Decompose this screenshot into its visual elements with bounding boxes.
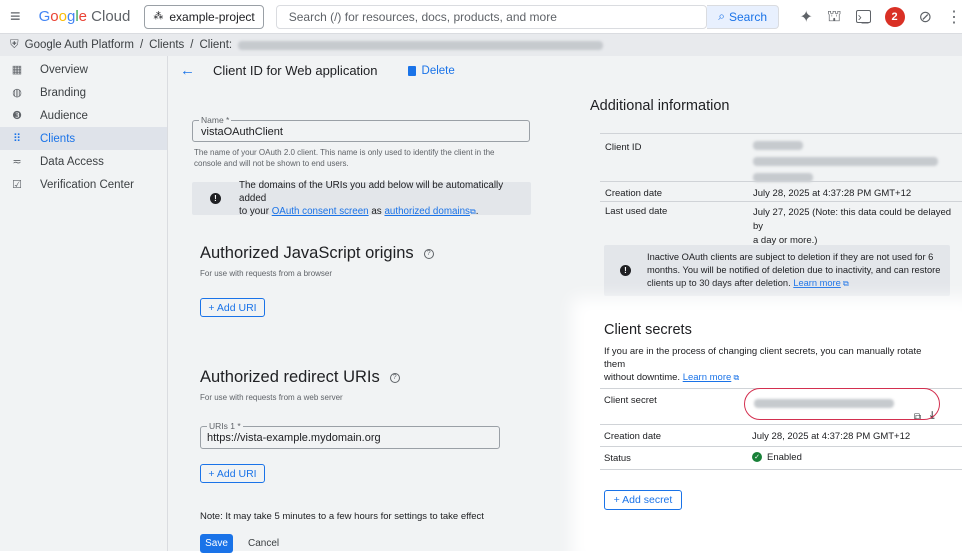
- secrets-learn-more-link[interactable]: Learn more: [683, 372, 732, 383]
- client-secrets-title: Client secrets: [604, 322, 692, 338]
- shield-icon: ⛨: [10, 38, 19, 51]
- last-used-label: Last used date: [605, 206, 668, 217]
- notifications-badge[interactable]: 2: [884, 6, 905, 27]
- name-field-value: vistaOAuthClient: [201, 126, 283, 138]
- help-circle-icon[interactable]: ?: [389, 372, 400, 383]
- dashboard-icon: ▦: [11, 64, 23, 76]
- redirect-uri-field[interactable]: URIs 1 * https://vista-example.mydomain.…: [200, 421, 500, 449]
- page-title: Client ID for Web application: [213, 63, 378, 78]
- back-arrow-icon[interactable]: ←: [180, 62, 195, 79]
- client-secrets-description: If you are in the process of changing cl…: [604, 346, 922, 383]
- search-placeholder: Search (/) for resources, docs, products…: [288, 9, 557, 24]
- search-button[interactable]: ⌕ Search: [706, 4, 780, 29]
- breadcrumb-item-platform[interactable]: Google Auth Platform: [25, 39, 134, 51]
- main-content: ← Client ID for Web application Delete N…: [168, 56, 962, 553]
- additional-info-title: Additional information: [590, 98, 730, 114]
- add-secret-button[interactable]: + Add secret: [604, 490, 682, 510]
- external-link-icon: ⧉: [840, 279, 849, 288]
- project-name: example-project: [169, 9, 255, 24]
- delete-button[interactable]: Delete: [407, 65, 455, 77]
- breadcrumb-item-client: Client:: [199, 39, 233, 51]
- breadcrumb-item-clients[interactable]: Clients: [149, 39, 184, 51]
- google-cloud-logo[interactable]: Google Cloud: [39, 8, 131, 25]
- name-field-label: Name *: [199, 115, 232, 125]
- name-field[interactable]: Name * vistaOAuthClient: [192, 115, 530, 142]
- verification-icon: ☑: [12, 179, 22, 191]
- redirect-uris-subtext: For use with requests from a web server: [200, 393, 343, 402]
- external-link-icon: ⧉: [469, 207, 476, 216]
- sidebar-item-verification-center[interactable]: ☑ Verification Center: [0, 173, 167, 196]
- secret-status-value: ✓ Enabled: [752, 452, 802, 463]
- secret-creation-date-label: Creation date: [604, 431, 662, 442]
- domains-info-box: ! The domains of the URIs you add below …: [192, 180, 531, 217]
- gift-icon[interactable]: ⛫: [827, 7, 842, 27]
- info-icon: !: [620, 265, 631, 276]
- sidebar: ▦ Overview ◍ Branding ❸ Audience ⠿ Clien…: [0, 56, 168, 551]
- logo-google-text: Google: [38, 8, 87, 25]
- palette-icon: ◍: [12, 87, 22, 99]
- redirect-uri-value: https://vista-example.mydomain.org: [207, 432, 381, 444]
- js-origins-heading: Authorized JavaScript origins ?: [200, 244, 434, 263]
- search-button-label: Search: [728, 9, 767, 24]
- help-circle-icon[interactable]: ?: [423, 248, 434, 259]
- project-selector[interactable]: ⁂ example-project: [144, 4, 264, 29]
- client-id-label: Client ID: [605, 142, 642, 153]
- breadcrumb: ⛨ Google Auth Platform / Clients / Clien…: [0, 34, 962, 56]
- creation-date-label: Creation date: [605, 188, 663, 199]
- external-link-icon: ⧉: [731, 373, 740, 382]
- save-button[interactable]: Save: [200, 534, 233, 553]
- more-options-icon[interactable]: ⋮: [946, 7, 962, 27]
- name-help-text: The name of your OAuth 2.0 client. This …: [194, 148, 495, 168]
- sidebar-item-audience[interactable]: ❸ Audience: [0, 104, 167, 127]
- add-redirect-uri-button[interactable]: + Add URI: [200, 464, 265, 483]
- cloud-shell-icon[interactable]: ›_: [855, 10, 871, 24]
- js-origins-subtext: For use with requests from a browser: [200, 269, 333, 278]
- grid-icon: ⠿: [12, 133, 22, 145]
- page-header: ← Client ID for Web application Delete: [180, 62, 455, 79]
- redirect-uris-heading: Authorized redirect URIs ?: [200, 368, 400, 387]
- redirect-uri-label: URIs 1 *: [207, 421, 243, 431]
- authorized-domains-link[interactable]: authorized domains: [384, 206, 470, 217]
- search-input[interactable]: Search (/) for resources, docs, products…: [275, 4, 707, 29]
- creation-date-value: July 28, 2025 at 4:37:28 PM GMT+12: [753, 188, 912, 199]
- last-used-value: July 27, 2025 (Note: this data could be …: [753, 207, 952, 246]
- client-secrets-panel: Client secrets If you are in the process…: [586, 312, 962, 551]
- help-icon[interactable]: ⊘: [919, 7, 932, 27]
- domains-info-line1: The domains of the URIs you add below wi…: [239, 180, 504, 204]
- data-access-icon: ≂: [12, 156, 22, 168]
- oauth-consent-link[interactable]: OAuth consent screen: [272, 206, 369, 217]
- highlight-oval: [744, 388, 940, 420]
- people-icon: ❸: [12, 110, 22, 122]
- sidebar-item-clients[interactable]: ⠿ Clients: [0, 127, 167, 150]
- secret-creation-date-value: July 28, 2025 at 4:37:28 PM GMT+12: [752, 431, 911, 442]
- settings-note: Note: It may take 5 minutes to a few hou…: [200, 511, 484, 522]
- top-bar: ≡ Google Cloud ⁂ example-project Search …: [0, 0, 962, 34]
- sidebar-item-data-access[interactable]: ≂ Data Access: [0, 150, 167, 173]
- add-js-origin-uri-button[interactable]: + Add URI: [200, 298, 265, 317]
- inactive-clients-info-box: ! Inactive OAuth clients are subject to …: [604, 245, 950, 296]
- project-icon: ⁂: [153, 11, 164, 22]
- trash-icon: [407, 65, 416, 76]
- sidebar-item-overview[interactable]: ▦ Overview: [0, 58, 167, 81]
- inactive-learn-more-link[interactable]: Learn more: [793, 278, 841, 288]
- client-secret-label: Client secret: [604, 395, 657, 406]
- check-circle-icon: ✓: [752, 452, 762, 463]
- search-icon: ⌕: [718, 9, 725, 23]
- info-icon: !: [210, 193, 221, 204]
- secret-status-label: Status: [604, 453, 631, 464]
- redacted-client-id-value: [753, 141, 953, 182]
- logo-cloud-text: Cloud: [91, 8, 131, 25]
- menu-icon[interactable]: ≡: [0, 6, 31, 27]
- redacted-client-id: [238, 40, 604, 50]
- sidebar-item-branding[interactable]: ◍ Branding: [0, 81, 167, 104]
- gemini-icon[interactable]: ✦: [799, 7, 812, 27]
- cancel-button[interactable]: Cancel: [248, 538, 279, 549]
